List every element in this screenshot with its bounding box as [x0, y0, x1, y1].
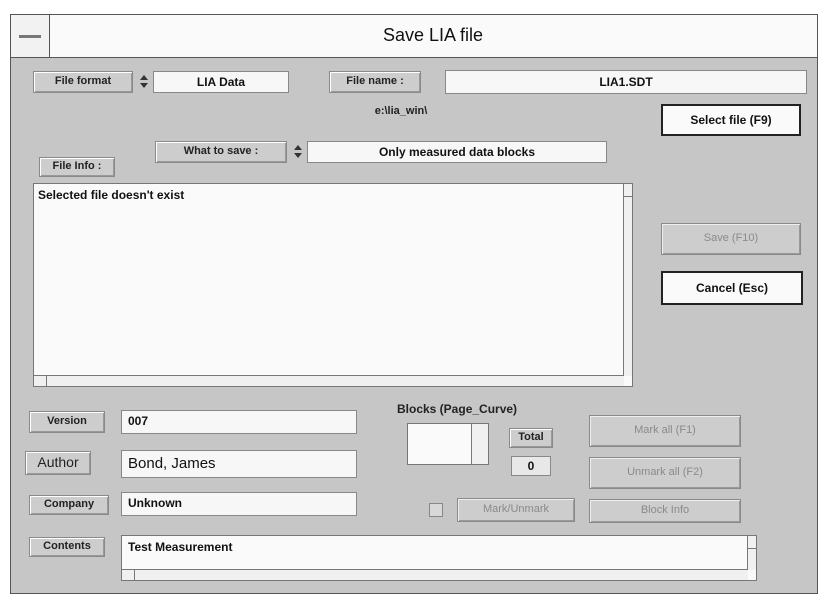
scroll-thumb[interactable]: [34, 376, 47, 386]
what-to-save-label: What to save :: [155, 141, 287, 163]
block-info-button[interactable]: Block Info: [589, 499, 741, 523]
version-label: Version: [29, 411, 105, 433]
file-info-label: File Info :: [39, 157, 115, 177]
select-file-button[interactable]: Select file (F9): [661, 104, 801, 136]
cancel-button[interactable]: Cancel (Esc): [661, 271, 803, 305]
contents-hscroll[interactable]: [122, 569, 748, 580]
contents-label: Contents: [29, 537, 105, 557]
what-to-save-value[interactable]: Only measured data blocks: [307, 141, 607, 163]
what-to-save-spinner[interactable]: [293, 143, 303, 161]
save-dialog: Save LIA file File format LIA Data File …: [10, 14, 818, 594]
system-menu-icon: [19, 35, 41, 38]
author-input[interactable]: Bond, James: [121, 450, 357, 478]
mark-all-button[interactable]: Mark all (F1): [589, 415, 741, 447]
file-info-textarea[interactable]: Selected file doesn't exist: [33, 183, 633, 387]
file-format-spinner[interactable]: [139, 73, 149, 91]
company-input[interactable]: Unknown: [121, 492, 357, 516]
total-value: 0: [511, 456, 551, 476]
spin-down-icon: [294, 153, 302, 158]
title-bar: Save LIA file: [11, 15, 817, 58]
blocks-vscroll[interactable]: [471, 424, 488, 464]
system-menu-button[interactable]: [11, 15, 50, 57]
save-button[interactable]: Save (F10): [661, 223, 801, 255]
total-label: Total: [509, 428, 553, 448]
file-format-value[interactable]: LIA Data: [153, 71, 289, 93]
blocks-list[interactable]: [407, 423, 489, 465]
file-path: e:\lia_win\: [374, 105, 428, 117]
mark-unmark-button[interactable]: Mark/Unmark: [457, 498, 575, 522]
window-title: Save LIA file: [382, 25, 484, 45]
file-name-input[interactable]: LIA1.SDT: [445, 70, 807, 94]
version-input[interactable]: 007: [121, 410, 357, 434]
company-label: Company: [29, 495, 109, 515]
file-info-text: Selected file doesn't exist: [38, 188, 185, 202]
blocks-title: Blocks (Page_Curve): [397, 402, 518, 416]
spin-down-icon: [140, 83, 148, 88]
scroll-thumb[interactable]: [748, 536, 756, 549]
scroll-thumb[interactable]: [624, 184, 632, 197]
unmark-all-button[interactable]: Unmark all (F2): [589, 457, 741, 489]
scroll-thumb[interactable]: [122, 570, 135, 580]
file-info-vscroll[interactable]: [623, 184, 632, 376]
mark-unmark-checkbox[interactable]: [429, 503, 443, 517]
spin-up-icon: [140, 75, 148, 80]
file-name-label: File name :: [329, 71, 421, 93]
spin-up-icon: [294, 145, 302, 150]
contents-vscroll[interactable]: [747, 536, 756, 570]
file-info-hscroll[interactable]: [34, 375, 624, 386]
contents-text: Test Measurement: [128, 540, 233, 554]
author-label: Author: [25, 451, 91, 475]
contents-textarea[interactable]: Test Measurement: [121, 535, 757, 581]
file-format-label: File format: [33, 71, 133, 93]
